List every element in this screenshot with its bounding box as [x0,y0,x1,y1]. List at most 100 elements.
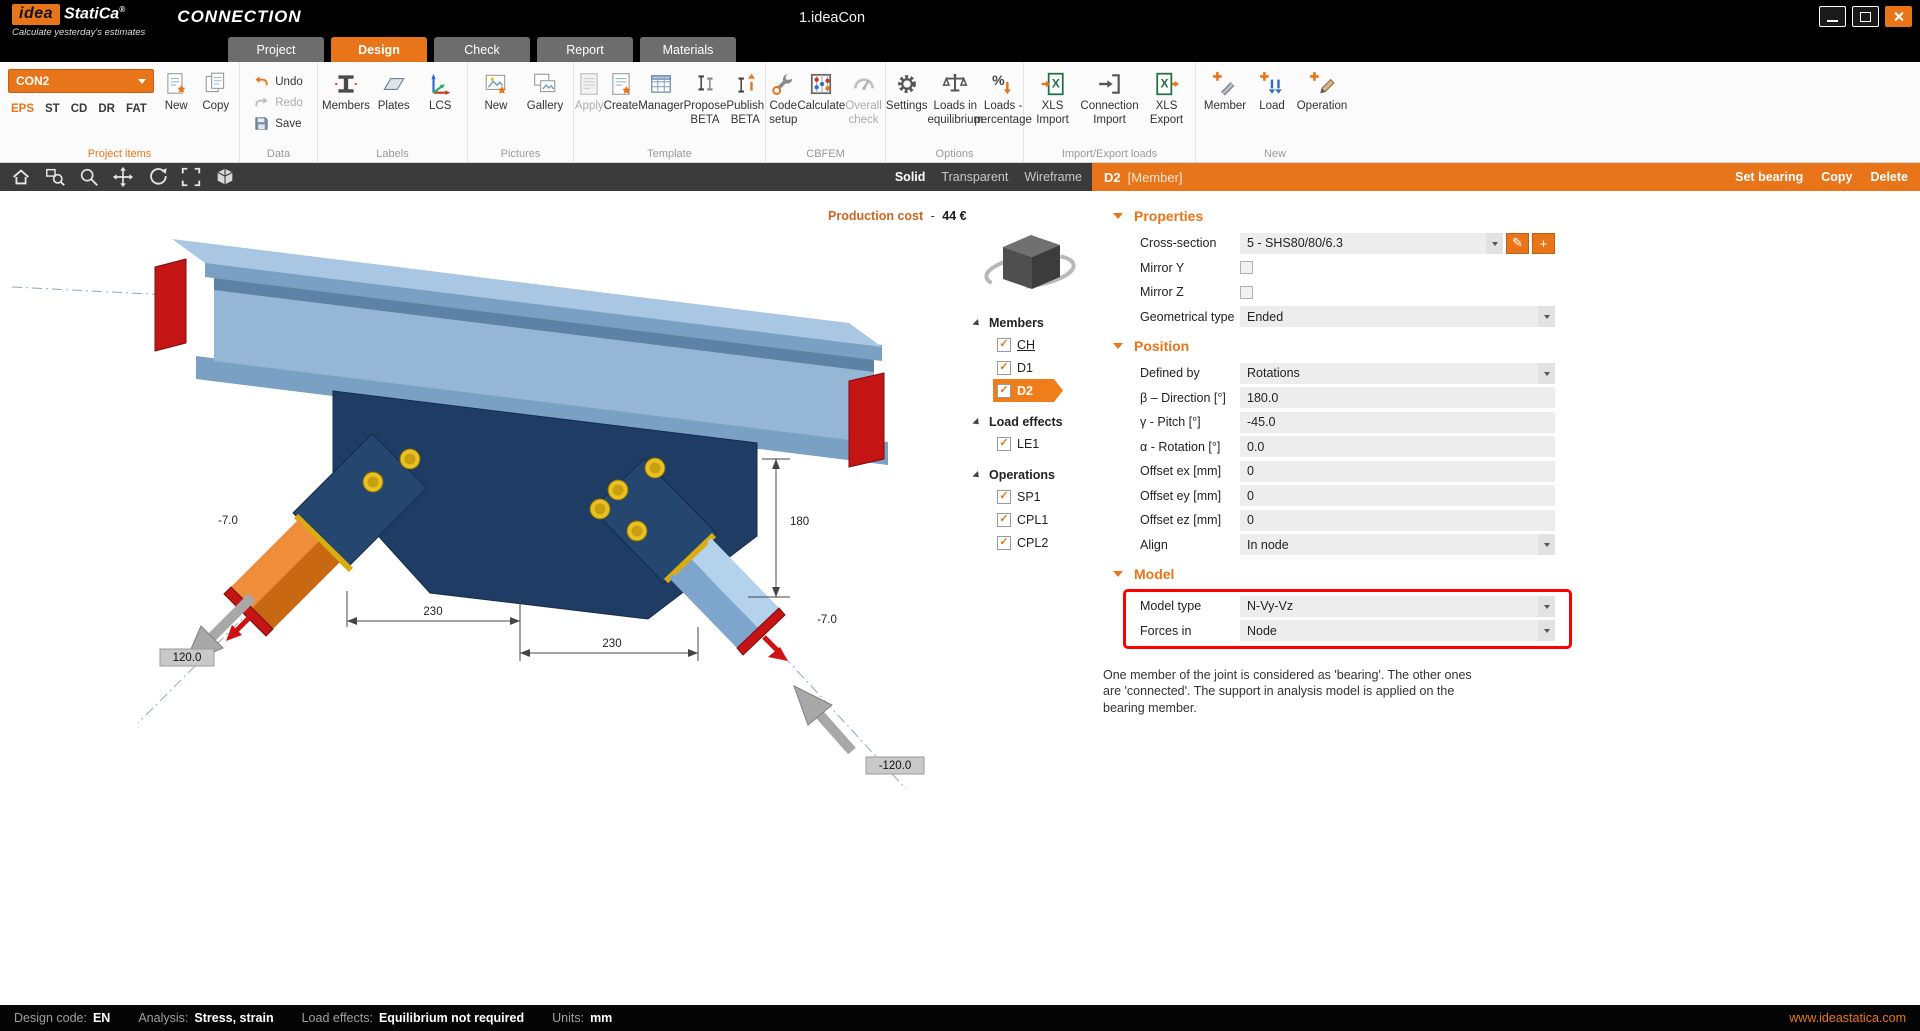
section-position[interactable]: Position [1113,333,1920,359]
align-select[interactable]: In node [1240,534,1555,555]
alpha-rotation-input[interactable] [1240,436,1555,457]
tree-item-cpl2[interactable]: CPL2 [993,531,1063,554]
minimize-button[interactable] [1819,6,1846,27]
connection-import-button[interactable]: Connection Import [1077,66,1143,128]
checkbox-checked-icon[interactable] [997,490,1011,504]
new-member-button[interactable]: Member [1200,66,1250,114]
overall-check-button[interactable]: Overall check [845,66,881,128]
add-cross-section-button[interactable]: + [1532,233,1555,254]
section-model[interactable]: Model [1113,561,1920,587]
picture-new-button[interactable]: New [472,66,520,114]
code-setup-button[interactable]: Code setup [769,66,797,128]
template-propose-button[interactable]: Propose BETA [684,66,727,128]
template-apply-button[interactable]: Apply [575,66,604,114]
code-st[interactable]: ST [45,103,60,115]
section-properties[interactable]: Properties [1113,203,1920,229]
close-button[interactable] [1885,6,1912,27]
cross-section-select[interactable]: 5 - SHS80/80/6.3 [1240,233,1503,254]
mirror-y-checkbox[interactable] [1240,261,1253,274]
save-button[interactable]: Save [251,115,306,132]
tab-project[interactable]: Project [228,37,324,62]
home-view-icon[interactable] [10,166,32,188]
template-create-button[interactable]: Create [604,66,639,114]
tree-item-ch[interactable]: CH [993,333,1063,356]
settings-button[interactable]: Settings [886,66,928,114]
tree-item-le1[interactable]: LE1 [993,432,1063,455]
selected-item-type: [Member] [1128,170,1183,185]
new-member-icon [1212,71,1238,97]
model-type-select[interactable]: N-Vy-Vz [1240,596,1555,617]
picture-gallery-button[interactable]: Gallery [521,66,569,114]
render-mode-solid[interactable]: Solid [895,170,926,184]
undo-button[interactable]: Undo [251,73,306,90]
loads-percentage-button[interactable]: % Loads - percentage [983,66,1023,128]
svg-text:-120.0: -120.0 [879,760,912,772]
tree-item-d1[interactable]: D1 [993,356,1063,379]
copy-member-button[interactable]: Copy [1821,170,1852,184]
code-dr[interactable]: DR [98,103,115,115]
offset-ey-input[interactable] [1240,485,1555,506]
labels-members-button[interactable]: Members [322,66,370,114]
offset-ez-input[interactable] [1240,510,1555,531]
gamma-pitch-input[interactable] [1240,412,1555,433]
offset-ex-input[interactable] [1240,461,1555,482]
render-mode-transparent[interactable]: Transparent [941,170,1008,184]
tree-section-operations[interactable]: Operations [958,465,1090,485]
edit-cross-section-button[interactable]: ✎ [1506,233,1529,254]
set-bearing-button[interactable]: Set bearing [1735,170,1803,184]
checkbox-checked-icon[interactable] [997,536,1011,550]
tree-section-members[interactable]: Members [958,313,1090,333]
defined-by-select[interactable]: Rotations [1240,363,1555,384]
mirror-z-checkbox[interactable] [1240,286,1253,299]
labels-lcs-button[interactable]: LCS [417,66,463,114]
new-load-button[interactable]: Load [1250,66,1294,114]
tab-materials[interactable]: Materials [640,37,736,62]
project-item-select[interactable]: CON2 [8,69,154,93]
template-manager-button[interactable]: Manager [638,66,683,114]
checkbox-checked-icon[interactable] [997,513,1011,527]
tab-report[interactable]: Report [537,37,633,62]
template-publish-button[interactable]: Publish BETA [726,66,764,128]
redo-button[interactable]: Redo [251,94,306,111]
new-project-item-button[interactable]: New [157,66,196,114]
calculate-button[interactable]: Calculate [797,66,845,114]
new-document-icon [163,71,189,97]
orbit-icon[interactable] [146,166,168,188]
pan-icon[interactable] [112,166,134,188]
3d-scene[interactable]: 230 230 180 -7.0 -7.0 120.0 -120.0 [0,191,1092,1005]
code-eps[interactable]: EPS [11,103,34,115]
tab-check[interactable]: Check [434,37,530,62]
xls-export-button[interactable]: X XLS Export [1143,66,1191,128]
forces-in-select[interactable]: Node [1240,620,1555,641]
new-operation-button[interactable]: Operation [1294,66,1350,114]
beta-direction-input[interactable] [1240,387,1555,408]
checkbox-checked-icon[interactable] [997,361,1011,375]
xls-import-button[interactable]: X XLS Import [1029,66,1077,128]
tab-design[interactable]: Design [331,37,427,62]
code-cd[interactable]: CD [71,103,88,115]
zoom-window-icon[interactable] [44,166,66,188]
code-fat[interactable]: FAT [126,103,147,115]
view-cube[interactable] [984,235,1075,292]
website-link[interactable]: www.ideastatica.com [1789,1011,1906,1025]
render-mode-wireframe[interactable]: Wireframe [1024,170,1082,184]
3d-viewport[interactable]: 230 230 180 -7.0 -7.0 120.0 -120.0 [0,191,1092,1005]
checkbox-checked-icon[interactable] [997,384,1011,398]
zoom-icon[interactable] [78,166,100,188]
tree-item-sp1[interactable]: SP1 [993,485,1063,508]
tree-item-d2[interactable]: D2 [993,379,1063,402]
zoom-fit-icon[interactable] [180,166,202,188]
copy-project-item-button[interactable]: Copy [197,66,236,114]
delete-member-button[interactable]: Delete [1870,170,1908,184]
tree-item-cpl1[interactable]: CPL1 [993,508,1063,531]
group-label: Template [574,148,765,160]
gauge-icon [851,71,877,97]
checkbox-checked-icon[interactable] [997,338,1011,352]
labels-plates-button[interactable]: Plates [371,66,417,114]
app-name: CONNECTION [177,7,301,27]
shaded-view-icon[interactable] [214,166,236,188]
tree-section-load-effects[interactable]: Load effects [958,412,1090,432]
geometrical-type-select[interactable]: Ended [1240,306,1555,327]
maximize-button[interactable] [1852,6,1879,27]
checkbox-checked-icon[interactable] [997,437,1011,451]
